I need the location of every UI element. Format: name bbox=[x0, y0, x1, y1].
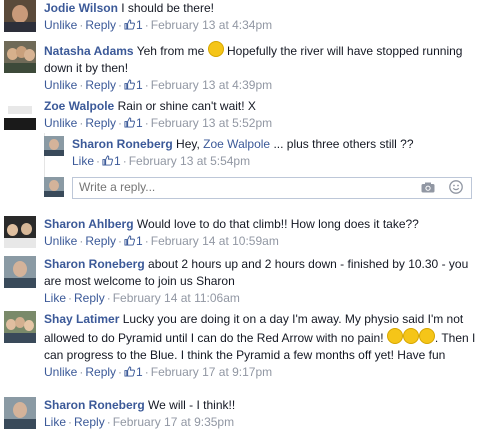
like-link[interactable]: Like bbox=[44, 291, 66, 305]
avatar bbox=[44, 177, 64, 197]
timestamp[interactable]: February 17 at 9:17pm bbox=[151, 365, 272, 379]
avatar[interactable] bbox=[4, 311, 36, 343]
comment-actions: Unlike · Reply · 1 · February 17 at 9:17pm bbox=[44, 364, 273, 381]
comment-author[interactable]: Sharon Roneberg bbox=[44, 398, 145, 412]
like-link[interactable]: Like bbox=[72, 154, 94, 168]
like-count[interactable]: 1 bbox=[102, 153, 121, 170]
like-count[interactable]: 1 bbox=[124, 17, 143, 34]
comment-author[interactable]: Zoe Walpole bbox=[44, 99, 114, 113]
thumbs-up-icon bbox=[124, 117, 136, 128]
reply-link[interactable]: Reply bbox=[85, 234, 116, 248]
comment-author[interactable]: Sharon Ahlberg bbox=[44, 217, 134, 231]
comment-author[interactable]: Shay Latimer bbox=[44, 312, 119, 326]
reply-link[interactable]: Reply bbox=[74, 415, 105, 429]
emoticon-icon[interactable] bbox=[449, 180, 463, 194]
comment-author[interactable]: Sharon Roneberg bbox=[72, 137, 173, 151]
comment-text: We will - I think!! bbox=[148, 398, 236, 412]
thumbs-up-icon bbox=[124, 235, 136, 246]
unlike-link[interactable]: Unlike bbox=[44, 116, 77, 130]
thumbs-up-icon bbox=[124, 19, 136, 30]
comment-text: I should be there! bbox=[121, 1, 214, 15]
unlike-link[interactable]: Unlike bbox=[44, 365, 77, 379]
like-count[interactable]: 1 bbox=[124, 115, 143, 132]
camera-icon[interactable] bbox=[421, 182, 435, 193]
comment-actions: Unlike · Reply · 1 · February 14 at 10:59am bbox=[44, 233, 279, 250]
timestamp[interactable]: February 13 at 5:54pm bbox=[129, 154, 250, 168]
comment-text: Hey, bbox=[176, 137, 200, 151]
avatar[interactable] bbox=[4, 216, 36, 248]
mention-link[interactable]: Zoe Walpole bbox=[203, 137, 270, 151]
comment-actions: Like · 1 · February 13 at 5:54pm bbox=[72, 153, 251, 170]
unlike-link[interactable]: Unlike bbox=[44, 78, 77, 92]
like-count[interactable]: 1 bbox=[124, 364, 143, 381]
reply-link[interactable]: Reply bbox=[85, 18, 116, 32]
avatar[interactable] bbox=[4, 41, 36, 73]
comment-actions: Unlike · Reply · 1 · February 13 at 5:52pm bbox=[44, 115, 273, 132]
thumbs-up-icon bbox=[124, 366, 136, 377]
crying-emoji-icon bbox=[418, 328, 435, 344]
comment-text-cont: ... plus three others still ?? bbox=[273, 137, 414, 151]
like-count[interactable]: 1 bbox=[124, 77, 143, 94]
comment-actions: Unlike · Reply · 1 · February 13 at 4:34pm bbox=[44, 17, 273, 34]
reply-input-box[interactable] bbox=[72, 177, 472, 199]
timestamp[interactable]: February 17 at 9:35pm bbox=[113, 415, 234, 429]
like-count[interactable]: 1 bbox=[124, 233, 143, 250]
crying-emoji-icon bbox=[402, 328, 419, 344]
reply-input[interactable] bbox=[73, 178, 399, 196]
reply-link[interactable]: Reply bbox=[85, 78, 116, 92]
comment-author[interactable]: Sharon Roneberg bbox=[44, 257, 145, 271]
like-link[interactable]: Like bbox=[44, 415, 66, 429]
avatar[interactable] bbox=[4, 98, 36, 130]
avatar[interactable] bbox=[44, 136, 64, 156]
thumbs-up-icon bbox=[124, 79, 136, 90]
timestamp[interactable]: February 14 at 11:06am bbox=[113, 291, 240, 305]
comment-author[interactable]: Jodie Wilson bbox=[44, 1, 118, 15]
comment-actions: Like · Reply · February 14 at 11:06am bbox=[44, 291, 240, 305]
comment-author[interactable]: Natasha Adams bbox=[44, 44, 134, 58]
reply-link[interactable]: Reply bbox=[85, 116, 116, 130]
comment-actions: Like · Reply · February 17 at 9:35pm bbox=[44, 415, 235, 429]
thumbs-up-icon bbox=[102, 155, 113, 166]
timestamp[interactable]: February 14 at 10:59am bbox=[151, 234, 279, 248]
comment-text: Rain or shine can't wait! X bbox=[117, 99, 256, 113]
comment-text: Would love to do that climb!! How long d… bbox=[136, 217, 419, 231]
avatar[interactable] bbox=[4, 256, 36, 288]
avatar[interactable] bbox=[4, 397, 36, 429]
timestamp[interactable]: February 13 at 4:39pm bbox=[151, 78, 272, 92]
unlike-link[interactable]: Unlike bbox=[44, 18, 77, 32]
reply-link[interactable]: Reply bbox=[74, 291, 105, 305]
comment-text: Yeh from me bbox=[136, 44, 205, 58]
avatar[interactable] bbox=[4, 0, 36, 32]
smile-emoji-icon bbox=[207, 41, 224, 57]
timestamp[interactable]: February 13 at 4:34pm bbox=[151, 18, 272, 32]
unlike-link[interactable]: Unlike bbox=[44, 234, 77, 248]
crying-emoji-icon bbox=[386, 328, 403, 344]
timestamp[interactable]: February 13 at 5:52pm bbox=[151, 116, 272, 130]
reply-link[interactable]: Reply bbox=[85, 365, 116, 379]
comment-actions: Unlike · Reply · 1 · February 13 at 4:39pm bbox=[44, 77, 273, 94]
